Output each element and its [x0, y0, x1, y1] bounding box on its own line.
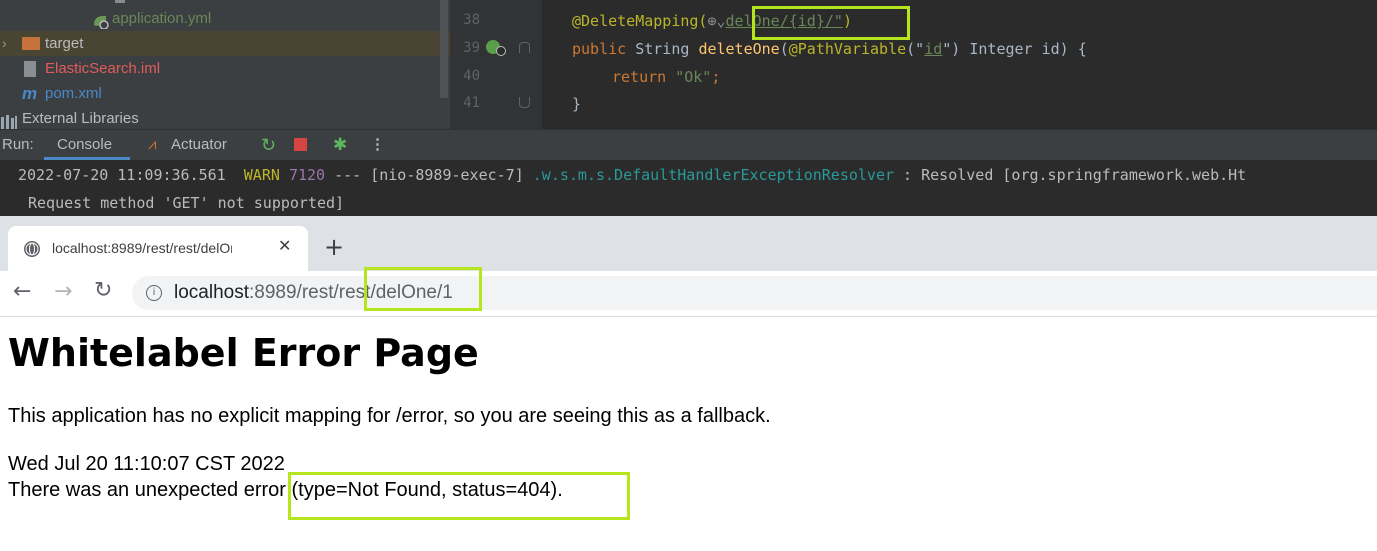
code-line-41: } — [572, 95, 581, 113]
line-number: 38 — [463, 12, 480, 28]
tree-item-label: ElasticSearch.iml — [45, 60, 161, 77]
folder-icon — [22, 37, 40, 50]
info-icon[interactable]: i — [146, 285, 162, 301]
browser-tab-strip: localhost:8989/rest/rest/delOne/1 ✕ + — [0, 216, 1377, 271]
ide-window: application.yml › target ElasticSearch.i… — [0, 0, 1377, 129]
tab-console[interactable]: Console — [57, 130, 112, 160]
editor-gutter: 38 39 40 41 — [450, 0, 542, 129]
new-tab-icon[interactable]: + — [324, 233, 344, 261]
tree-item-application-yml[interactable]: application.yml — [0, 6, 450, 31]
run-toolbar: Run: Console ⩘ Actuator ↻ ✱ ⋮ — [0, 129, 1377, 160]
code-fragment: (" — [906, 40, 925, 58]
keyword: public — [572, 40, 636, 58]
log-message: : Resolved [org.springframework.web.Ht — [903, 166, 1247, 184]
error-prefix: There was an unexpected error — [8, 479, 292, 501]
console-line-2: Request method 'GET' not supported] — [28, 194, 345, 212]
highlight-box-mapping — [752, 6, 910, 40]
type-name: String — [635, 40, 699, 58]
page-title: Whitelabel Error Page — [8, 331, 479, 375]
tree-item-external-libraries[interactable]: External Libraries — [0, 106, 450, 129]
path-variable-name: id — [924, 40, 943, 58]
tree-item-label: target — [45, 35, 84, 52]
code-fragment: ") Integer id) { — [942, 40, 1087, 58]
web-endpoint-gutter-icon[interactable] — [496, 46, 506, 56]
annotation-text: @DeleteMapping( — [572, 12, 708, 30]
string-literal: "Ok" — [675, 68, 712, 86]
module-file-icon — [24, 61, 36, 77]
library-icon — [0, 112, 18, 129]
project-tree: application.yml › target ElasticSearch.i… — [0, 0, 450, 129]
tree-item-elasticsearch-iml[interactable]: ElasticSearch.iml — [0, 56, 450, 81]
tree-item-label: pom.xml — [45, 85, 102, 102]
tree-item-label: External Libraries — [22, 110, 139, 127]
code-line-40: return "Ok"; — [612, 68, 720, 86]
line-number: 41 — [463, 95, 480, 111]
console-line-1: 2022-07-20 11:09:36.561 WARN 7120 --- [n… — [18, 166, 1246, 184]
rerun-icon[interactable]: ↻ — [261, 130, 276, 160]
globe-icon — [24, 241, 40, 257]
annotation-text: @PathVariable — [788, 40, 907, 58]
fold-marker-icon[interactable] — [519, 42, 530, 53]
keyword: return — [612, 68, 676, 86]
address-bar[interactable]: i localhost:8989/rest/rest/delOne/1 — [132, 276, 1377, 310]
close-tab-icon[interactable]: ✕ — [278, 236, 291, 255]
log-separator: --- — [334, 166, 362, 184]
fold-marker-icon[interactable] — [519, 97, 530, 108]
folder-icon — [115, 0, 125, 3]
browser-toolbar: ← → ↻ i localhost:8989/rest/rest/delOne/… — [0, 267, 1377, 317]
tree-item-target[interactable]: › target — [0, 31, 450, 56]
maven-icon: m — [22, 84, 38, 103]
line-number: 40 — [463, 68, 480, 84]
tree-item-label: application.yml — [112, 10, 212, 27]
forward-icon[interactable]: → — [54, 279, 72, 304]
log-logger: .w.s.m.s.DefaultHandlerExceptionResolver — [532, 166, 895, 184]
reload-icon[interactable]: ↻ — [94, 278, 112, 303]
console-output[interactable]: 2022-07-20 11:09:36.561 WARN 7120 --- [n… — [0, 160, 1377, 216]
back-icon[interactable]: ← — [13, 279, 31, 304]
log-thread: [nio-8989-exec-7] — [370, 166, 524, 184]
error-timestamp: Wed Jul 20 11:10:07 CST 2022 — [8, 453, 285, 475]
error-page: Whitelabel Error Page This application h… — [0, 317, 1377, 551]
line-number: 39 — [463, 40, 480, 56]
log-level: WARN — [243, 166, 280, 184]
tab-title: localhost:8989/rest/rest/delOne/1 — [52, 240, 232, 256]
globe-icon[interactable]: ⊕⌄ — [707, 12, 725, 30]
tree-item-pom-xml[interactable]: m pom.xml — [0, 81, 450, 106]
code-editor[interactable]: 38 39 40 41 @DeleteMapping(⊕⌄delOne/{id}… — [450, 0, 1377, 129]
run-label: Run: — [2, 136, 34, 153]
method-name: deleteOne — [698, 40, 780, 58]
url-host: localhost — [174, 282, 249, 303]
paren: ( — [779, 40, 789, 58]
debug-icon[interactable]: ✱ — [333, 130, 347, 160]
spring-config-icon — [92, 12, 109, 30]
actuator-icon: ⩘ — [148, 136, 157, 153]
code-line-39: public String deleteOne(@PathVariable("i… — [572, 40, 1087, 58]
error-message: This application has no explicit mapping… — [8, 405, 771, 427]
log-timestamp: 2022-07-20 11:09:36.561 — [18, 166, 226, 184]
highlight-box-status — [288, 472, 630, 520]
stop-icon[interactable] — [294, 138, 307, 151]
browser-tab[interactable]: localhost:8989/rest/rest/delOne/1 ✕ — [8, 226, 308, 271]
highlight-box-url — [364, 267, 482, 311]
more-options-icon[interactable]: ⋮ — [370, 130, 385, 160]
brace: } — [572, 95, 582, 113]
chevron-right-icon[interactable]: › — [2, 31, 7, 56]
scrollbar[interactable] — [440, 0, 448, 98]
semicolon: ; — [711, 68, 721, 86]
log-pid: 7120 — [288, 166, 326, 184]
tab-actuator[interactable]: Actuator — [171, 130, 227, 160]
